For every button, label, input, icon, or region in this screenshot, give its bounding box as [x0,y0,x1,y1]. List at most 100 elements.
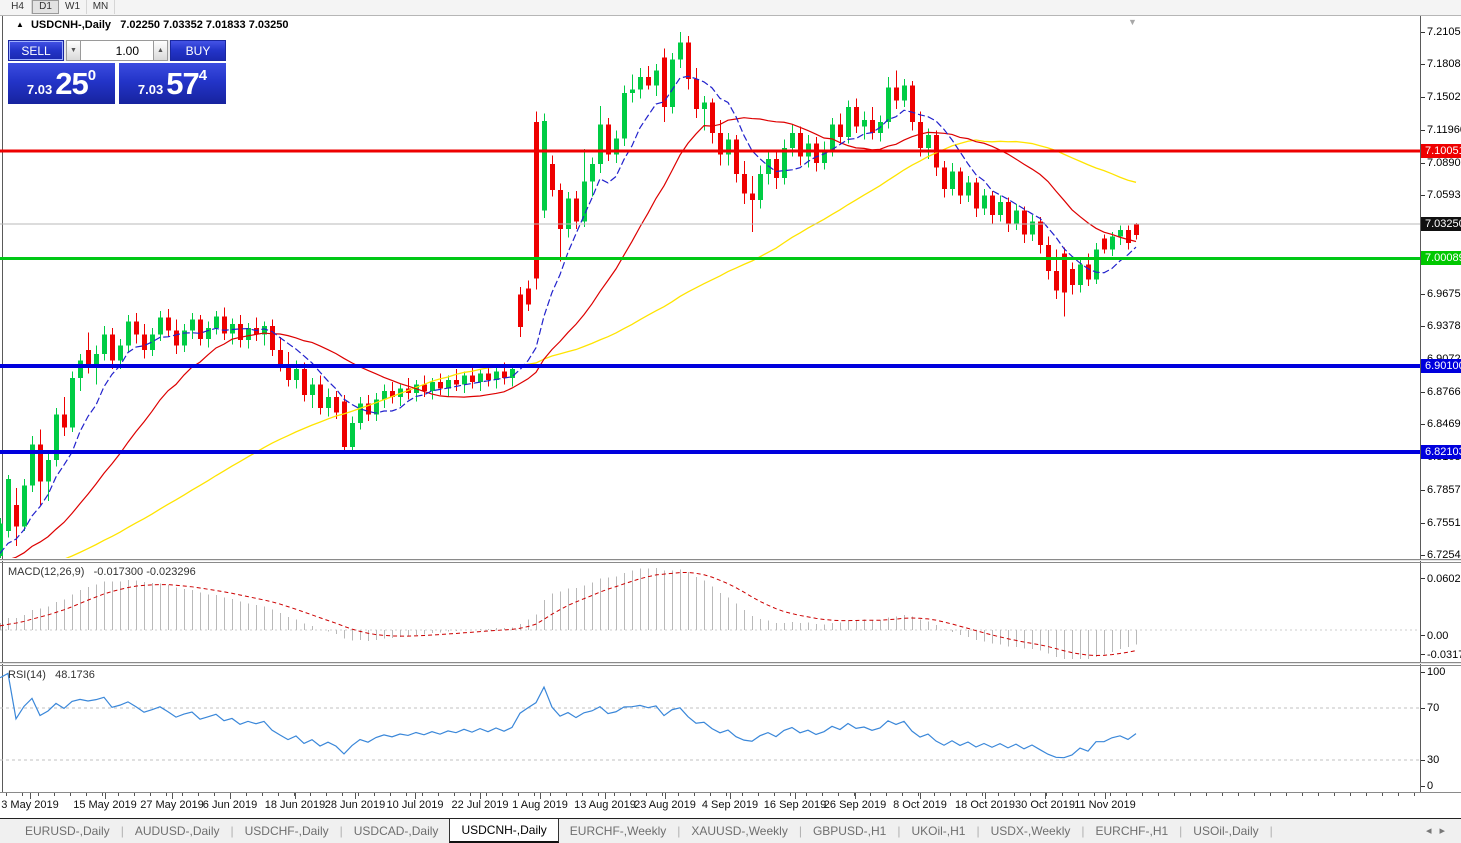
time-minor-tick [1350,793,1351,796]
time-minor-tick [150,793,151,796]
chart-tab-gbpusd-h1[interactable]: GBPUSD-,H1 [802,819,897,843]
level-price-label[interactable]: 6.90100 [1421,359,1461,373]
buy-price-sup: 4 [199,67,207,84]
price-tick [1421,97,1425,98]
chart-tab-usdcnh-daily[interactable]: USDCNH-,Daily [449,819,558,843]
time-minor-tick [1334,793,1335,796]
chart-tab-ukoil-h1[interactable]: UKOil-,H1 [900,819,976,843]
price-axis-border [1420,16,1421,792]
chart-tab-eurchf-weekly[interactable]: EURCHF-,Weekly [559,819,677,843]
time-minor-tick [630,793,631,796]
chart-tab-usoil-daily[interactable]: USOil-,Daily [1182,819,1269,843]
time-minor-tick [502,793,503,796]
price-tick [1421,294,1425,295]
tab-scroll-arrows[interactable]: ◂▸ [1426,824,1453,837]
time-minor-tick [38,793,39,796]
time-minor-tick [486,793,487,796]
time-minor-tick [1414,793,1415,796]
time-minor-tick [358,793,359,796]
time-minor-tick [1382,793,1383,796]
mt4-window: { "toolbar": { "timeframes": ["H4", "D1"… [0,0,1461,842]
sell-price-display[interactable]: 7.03 25 0 [8,63,115,104]
time-axis-label: 15 May 2019 [73,799,137,811]
time-minor-tick [694,793,695,796]
time-axis-label: 1 Aug 2019 [512,799,568,811]
rsi-tick-label: 30 [1427,754,1439,766]
time-minor-tick [582,793,583,796]
rsi-pane[interactable] [0,666,1420,792]
time-minor-tick [678,793,679,796]
time-axis-label: 3 May 2019 [1,799,58,811]
time-minor-tick [1078,793,1079,796]
timeframe-button-mn[interactable]: MN [87,0,115,14]
price-tick-label: 6.96750 [1427,288,1461,300]
chart-tab-usdchf-daily[interactable]: USDCHF-,Daily [234,819,340,843]
timeframe-button-h4[interactable]: H4 [4,0,32,14]
time-minor-tick [822,793,823,796]
time-axis-label: 16 Sep 2019 [764,799,826,811]
time-minor-tick [1254,793,1255,796]
time-minor-tick [742,793,743,796]
price-tick [1421,130,1425,131]
price-tick-label: 6.93780 [1427,320,1461,332]
time-minor-tick [54,793,55,796]
tab-scroll-left-icon[interactable]: ◂ [1426,825,1440,837]
time-minor-tick [838,793,839,796]
pane-separator-light [0,560,1461,561]
sell-price-prefix: 7.03 [27,82,52,97]
time-axis-label: 10 Jul 2019 [387,799,444,811]
time-axis-label: 23 Aug 2019 [634,799,696,811]
time-minor-tick [774,793,775,796]
buy-button[interactable]: BUY [170,40,226,61]
price-tick [1421,490,1425,491]
level-price-label[interactable]: 7.00089 [1421,251,1461,265]
volume-decrease-button[interactable]: ▼ [66,40,81,61]
time-minor-tick [790,793,791,796]
volume-input[interactable] [81,40,153,61]
time-minor-tick [1094,793,1095,796]
price-tick-label: 7.11960 [1427,124,1461,136]
rsi-tick [1421,786,1425,787]
rsi-tick-label: 0 [1427,780,1433,792]
price-tick-label: 6.87660 [1427,386,1461,398]
time-minor-tick [950,793,951,796]
time-minor-tick [422,793,423,796]
macd-pane[interactable] [0,563,1420,661]
time-minor-tick [214,793,215,796]
chart-tab-eurchf-h1[interactable]: EURCHF-,H1 [1085,819,1180,843]
chart-tab-usdx-weekly[interactable]: USDX-,Weekly [980,819,1082,843]
chart-tab-xauusd-weekly[interactable]: XAUUSD-,Weekly [680,819,798,843]
chart-tab-usdcad-daily[interactable]: USDCAD-,Daily [343,819,450,843]
time-minor-tick [406,793,407,796]
timeframe-button-w1[interactable]: W1 [59,0,87,14]
time-minor-tick [102,793,103,796]
time-minor-tick [278,793,279,796]
macd-tick [1421,635,1425,636]
time-minor-tick [1110,793,1111,796]
time-minor-tick [1030,793,1031,796]
chart-shift-marker-icon[interactable]: ▼ [1128,17,1137,27]
level-price-label[interactable]: 6.82103 [1421,445,1461,459]
chart-tab-audusd-daily[interactable]: AUDUSD-,Daily [124,819,231,843]
time-minor-tick [1238,793,1239,796]
time-minor-tick [726,793,727,796]
chart-tab-eurusd-daily[interactable]: EURUSD-,Daily [14,819,121,843]
time-minor-tick [198,793,199,796]
tab-separator: | [1270,819,1273,843]
level-price-label[interactable]: 7.10051 [1421,144,1461,158]
time-axis-label: 18 Oct 2019 [955,799,1015,811]
time-minor-tick [662,793,663,796]
time-minor-tick [870,793,871,796]
time-minor-tick [598,793,599,796]
time-minor-tick [966,793,967,796]
buy-price-display[interactable]: 7.03 57 4 [119,63,226,104]
timeframe-button-d1[interactable]: D1 [32,0,59,14]
price-tick [1421,555,1425,556]
time-minor-tick [166,793,167,796]
time-minor-tick [806,793,807,796]
sell-button[interactable]: SELL [8,40,64,61]
tab-scroll-right-icon[interactable]: ▸ [1439,825,1453,837]
time-minor-tick [1206,793,1207,796]
symbol-collapse-icon[interactable]: ▲ [16,20,24,29]
volume-increase-button[interactable]: ▲ [153,40,168,61]
